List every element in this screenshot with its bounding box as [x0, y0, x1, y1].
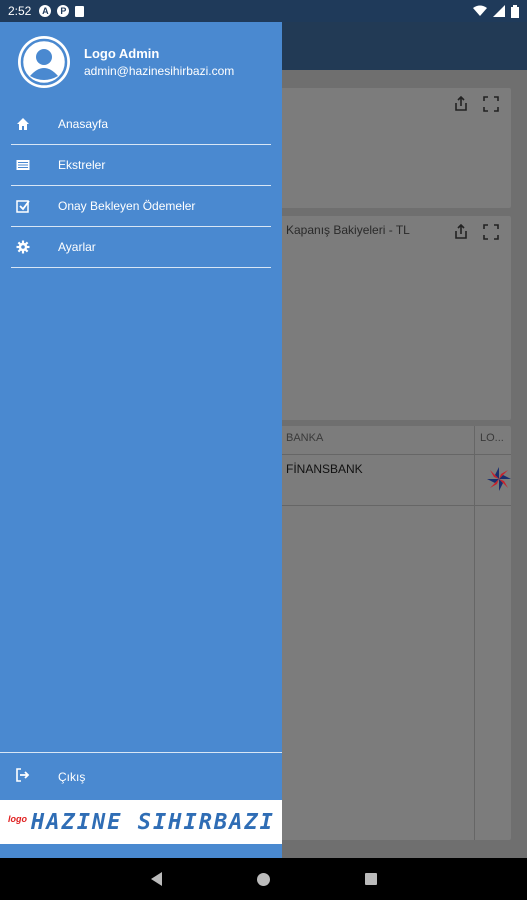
home-button-icon[interactable]	[256, 872, 270, 886]
brand-logo-main: HAZINE SIHIRBAZI	[31, 809, 275, 835]
p-circle-icon: P	[57, 5, 70, 17]
menu-divider	[11, 267, 271, 268]
dashboard-card-2	[268, 216, 511, 420]
menu-item-label: Onay Bekleyen Ödemeler	[58, 199, 196, 213]
wifi-icon	[473, 5, 487, 16]
recent-apps-icon[interactable]	[364, 873, 377, 885]
gear-icon	[16, 240, 30, 254]
fullscreen-icon[interactable]	[483, 224, 499, 240]
battery-icon	[511, 4, 519, 18]
logout-icon	[16, 767, 30, 787]
statement-icon	[16, 158, 30, 172]
status-bar: 2:52 A P	[0, 0, 527, 22]
table-header-bank: BANKA	[286, 432, 324, 444]
navigation-drawer: Logo Admin admin@hazinesihirbazi.com Ana…	[0, 22, 282, 858]
system-nav-bar	[0, 858, 527, 900]
status-time: 2:52	[8, 4, 32, 18]
brand-logo: logo HAZINE SIHIRBAZI	[0, 800, 282, 844]
user-name: Logo Admin	[84, 46, 160, 61]
dashboard-card-1	[268, 88, 511, 208]
menu-item-onay-bekleyen-odemeler[interactable]: Onay Bekleyen Ödemeler	[0, 186, 282, 226]
share-icon[interactable]	[453, 224, 469, 240]
table-column-divider	[474, 426, 475, 840]
menu-item-label: Ayarlar	[58, 240, 96, 254]
menu-item-ekstreler[interactable]: Ekstreler	[0, 145, 282, 185]
brand-logo-small: logo	[8, 814, 27, 824]
user-icon	[20, 38, 68, 86]
signal-icon	[493, 5, 505, 17]
logout-label: Çıkış	[58, 770, 86, 784]
back-icon[interactable]	[150, 872, 162, 886]
drawer-menu: Anasayfa Ekstreler Onay Bekleyen Ödemele…	[0, 104, 282, 268]
card-title: Kapanış Bakiyeleri - TL	[286, 223, 410, 237]
table-row-divider	[268, 505, 511, 506]
fullscreen-icon[interactable]	[483, 96, 499, 112]
share-icon[interactable]	[453, 96, 469, 112]
menu-item-label: Anasayfa	[58, 117, 109, 131]
menu-item-label: Ekstreler	[58, 158, 106, 172]
table-header-logo: LO...	[480, 432, 504, 444]
table-row-divider	[268, 454, 511, 455]
menu-item-ayarlar[interactable]: Ayarlar	[0, 227, 282, 267]
home-icon	[16, 117, 30, 131]
bank-logo-icon	[487, 467, 511, 491]
table-cell-bank: FİNANSBANK	[286, 462, 363, 476]
drawer-header: Logo Admin admin@hazinesihirbazi.com	[0, 22, 282, 102]
check-square-icon	[16, 199, 30, 213]
logout-button[interactable]: Çıkış	[0, 753, 282, 801]
sd-card-icon	[75, 5, 85, 17]
a-circle-icon: A	[39, 5, 52, 17]
user-email: admin@hazinesihirbazi.com	[84, 64, 235, 78]
menu-item-anasayfa[interactable]: Anasayfa	[0, 104, 282, 144]
avatar	[18, 36, 70, 88]
